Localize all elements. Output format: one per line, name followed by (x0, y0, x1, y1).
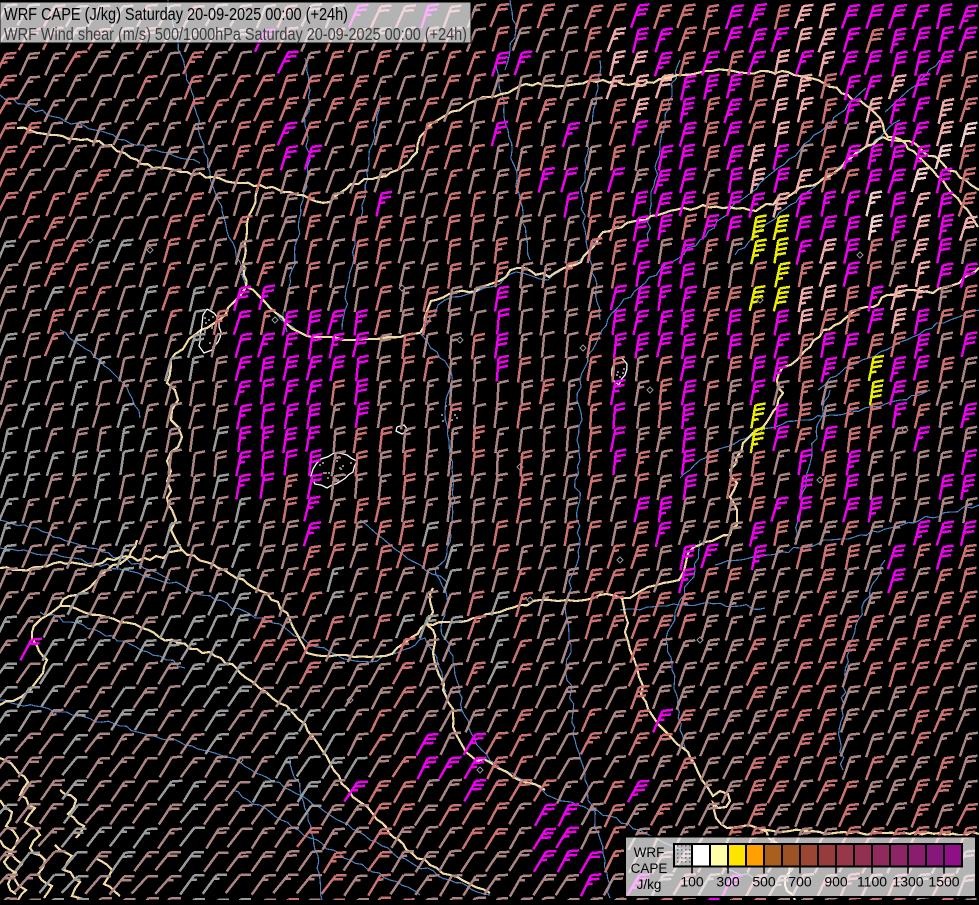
svg-text:J/kg: J/kg (637, 877, 662, 892)
svg-text:300: 300 (716, 874, 740, 890)
svg-text:WRF: WRF (634, 845, 665, 860)
svg-text:1300: 1300 (892, 874, 923, 890)
svg-text:500: 500 (752, 874, 776, 890)
svg-text:WRF Wind shear (m/s) 500/1000h: WRF Wind shear (m/s) 500/1000hPa Saturda… (4, 24, 467, 44)
svg-text:700: 700 (788, 874, 812, 890)
svg-text:100: 100 (680, 874, 704, 890)
svg-text:900: 900 (824, 874, 848, 890)
svg-text:CAPE: CAPE (631, 861, 668, 876)
svg-text:1500: 1500 (928, 874, 959, 890)
svg-text:WRF CAPE (J/kg) Saturday 20-09: WRF CAPE (J/kg) Saturday 20-09-2025 00:0… (4, 4, 348, 24)
svg-text:1100: 1100 (857, 874, 887, 890)
